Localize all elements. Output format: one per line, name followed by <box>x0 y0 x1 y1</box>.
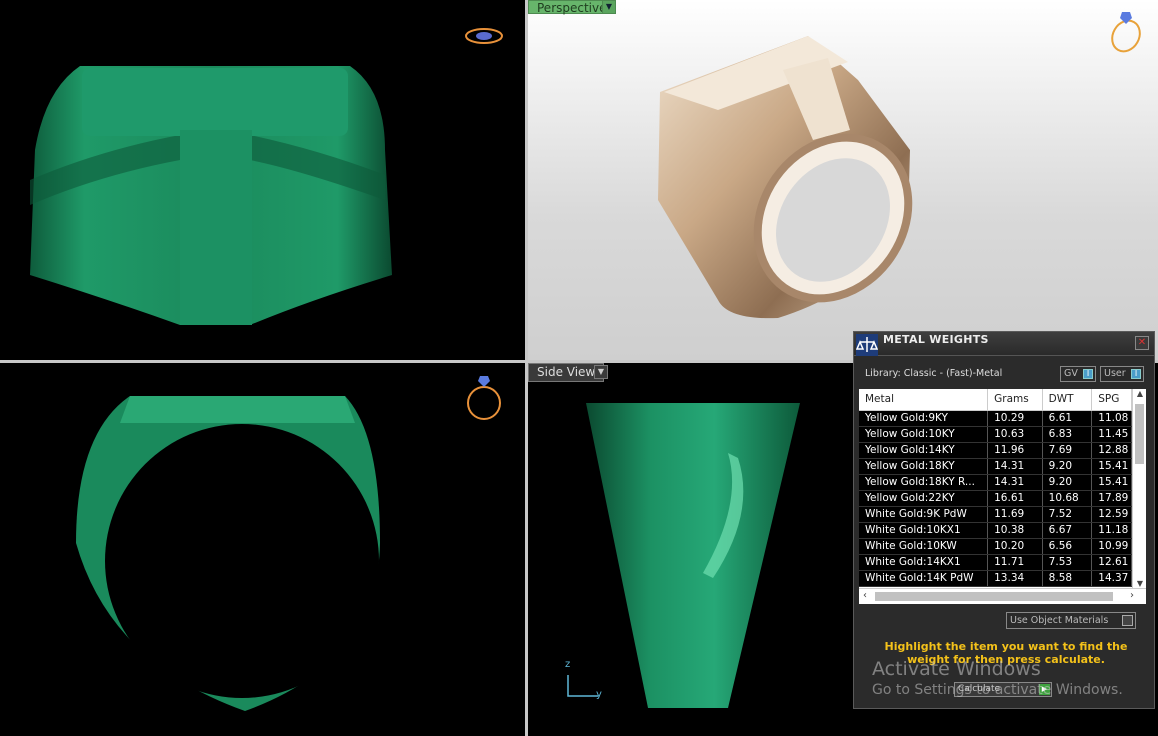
use-object-materials-label: Use Object Materials <box>1010 615 1109 626</box>
column-header-spg[interactable]: SPG <box>1091 389 1132 411</box>
perspective-ring-icon[interactable] <box>528 0 1158 360</box>
table-cell: 9.20 <box>1042 474 1093 491</box>
viewport-divider-vertical[interactable] <box>525 0 528 736</box>
table-cell: 14.37 <box>1091 570 1132 587</box>
toggle-knob-icon: I <box>1083 369 1093 379</box>
table-cell: 15.41 <box>1091 458 1132 475</box>
table-cell: 12.61 <box>1091 554 1132 571</box>
scrollbar-thumb[interactable] <box>1135 404 1144 464</box>
table-cell: White Gold:14KX1 <box>859 554 989 571</box>
gv-toggle-label: GV <box>1064 368 1078 379</box>
metal-weights-titlebar[interactable]: METAL WEIGHTS ✕ <box>854 332 1154 356</box>
table-cell: Yellow Gold:18KY R... <box>859 474 989 491</box>
metal-weights-table[interactable]: Metal Grams DWT SPG Yellow Gold:9KY 10.29… <box>859 389 1132 588</box>
scroll-down-icon[interactable]: ▼ <box>1133 579 1147 588</box>
table-row[interactable]: Yellow Gold:18KY 14.31 9.20 15.41 <box>859 458 1132 475</box>
table-cell: White Gold:9K PdW <box>859 506 989 523</box>
table-cell: 9.20 <box>1042 458 1093 475</box>
table-cell: 7.52 <box>1042 506 1093 523</box>
table-cell: 6.83 <box>1042 426 1093 443</box>
table-cell: 15.41 <box>1091 474 1132 491</box>
metal-weights-panel: METAL WEIGHTS ✕ Library: Classic - (Fast… <box>853 331 1155 709</box>
column-header-dwt[interactable]: DWT <box>1042 389 1093 411</box>
table-cell: 14.31 <box>987 458 1043 475</box>
table-cell: White Gold:10KW <box>859 538 989 555</box>
watermark-title: Activate Windows <box>872 658 1041 680</box>
table-row[interactable]: Yellow Gold:18KY R... 14.31 9.20 15.41 <box>859 474 1132 491</box>
table-cell: 12.88 <box>1091 442 1132 459</box>
axis-z-label: z <box>565 659 571 670</box>
column-header-grams[interactable]: Grams <box>987 389 1043 411</box>
column-header-metal[interactable]: Metal <box>859 389 989 411</box>
table-row[interactable]: Yellow Gold:9KY 10.29 6.61 11.08 <box>859 410 1132 427</box>
table-cell: 16.61 <box>987 490 1043 507</box>
table-row[interactable]: White Gold:10KW 10.20 6.56 10.99 <box>859 538 1132 555</box>
table-cell: 12.59 <box>1091 506 1132 523</box>
user-toggle[interactable]: User I <box>1100 366 1144 382</box>
table-cell: Yellow Gold:18KY <box>859 458 989 475</box>
table-cell: 11.96 <box>987 442 1043 459</box>
table-cell: 13.34 <box>987 570 1043 587</box>
user-toggle-label: User <box>1104 368 1126 379</box>
metal-weights-title: METAL WEIGHTS <box>883 333 989 346</box>
top-view-ring-icon[interactable] <box>0 0 525 360</box>
chevron-down-icon[interactable]: ▼ <box>594 365 608 379</box>
scroll-right-icon[interactable]: › <box>1130 590 1134 601</box>
perspective-viewport[interactable]: Perspective ▼ <box>528 0 1158 360</box>
table-cell: 17.89 <box>1091 490 1132 507</box>
table-cell: 10.38 <box>987 522 1043 539</box>
viewport-label-side[interactable]: Side View <box>528 363 605 382</box>
table-header-row: Metal Grams DWT SPG <box>859 389 1132 411</box>
table-cell: 6.61 <box>1042 410 1093 427</box>
table-row[interactable]: Yellow Gold:22KY 16.61 10.68 17.89 <box>859 490 1132 507</box>
table-cell: 11.08 <box>1091 410 1132 427</box>
library-label: Library: Classic - (Fast)-Metal <box>865 368 1003 379</box>
top-viewport[interactable] <box>0 0 525 360</box>
table-cell: 10.20 <box>987 538 1043 555</box>
scroll-up-icon[interactable]: ▲ <box>1133 389 1147 398</box>
table-row[interactable]: White Gold:10KX1 10.38 6.67 11.18 <box>859 522 1132 539</box>
scale-icon <box>856 334 878 356</box>
table-cell: 11.71 <box>987 554 1043 571</box>
table-row[interactable]: Yellow Gold:14KY 11.96 7.69 12.88 <box>859 442 1132 459</box>
checkbox-icon <box>1122 615 1133 626</box>
gv-toggle[interactable]: GV I <box>1060 366 1096 382</box>
table-cell: 6.56 <box>1042 538 1093 555</box>
front-viewport[interactable] <box>0 363 525 736</box>
table-cell: Yellow Gold:14KY <box>859 442 989 459</box>
table-cell: 10.63 <box>987 426 1043 443</box>
scroll-left-icon[interactable]: ‹ <box>863 590 867 601</box>
horizontal-scrollbar[interactable]: ‹ › <box>859 588 1146 604</box>
table-cell: White Gold:10KX1 <box>859 522 989 539</box>
close-icon[interactable]: ✕ <box>1135 336 1149 350</box>
table-cell: 10.68 <box>1042 490 1093 507</box>
table-cell: Yellow Gold:10KY <box>859 426 989 443</box>
table-cell: 11.69 <box>987 506 1043 523</box>
watermark-subtitle: Go to Settings to activate Windows. <box>872 682 1123 698</box>
vertical-scrollbar[interactable]: ▲ ▼ <box>1132 389 1146 588</box>
use-object-materials-checkbox[interactable]: Use Object Materials <box>1006 612 1136 629</box>
table-cell: Yellow Gold:9KY <box>859 410 989 427</box>
table-cell: 10.29 <box>987 410 1043 427</box>
table-cell: White Gold:14K PdW <box>859 570 989 587</box>
table-cell: 10.99 <box>1091 538 1132 555</box>
table-cell: 14.31 <box>987 474 1043 491</box>
table-cell: 7.69 <box>1042 442 1093 459</box>
table-row[interactable]: Yellow Gold:10KY 10.63 6.83 11.45 <box>859 426 1132 443</box>
table-row[interactable]: White Gold:9K PdW 11.69 7.52 12.59 <box>859 506 1132 523</box>
front-view-ring-icon[interactable] <box>0 363 525 736</box>
table-row[interactable]: White Gold:14KX1 11.71 7.53 12.61 <box>859 554 1132 571</box>
table-cell: Yellow Gold:22KY <box>859 490 989 507</box>
axis-y-label: y <box>596 689 602 700</box>
table-cell: 11.45 <box>1091 426 1132 443</box>
table-cell: 7.53 <box>1042 554 1093 571</box>
scrollbar-thumb[interactable] <box>875 592 1113 601</box>
table-cell: 11.18 <box>1091 522 1132 539</box>
table-cell: 6.67 <box>1042 522 1093 539</box>
activate-windows-watermark: Activate Windows Go to Settings to activ… <box>872 658 1123 698</box>
table-row[interactable]: White Gold:14K PdW 13.34 8.58 14.37 <box>859 570 1132 587</box>
toggle-knob-icon: I <box>1131 369 1141 379</box>
table-cell: 8.58 <box>1042 570 1093 587</box>
